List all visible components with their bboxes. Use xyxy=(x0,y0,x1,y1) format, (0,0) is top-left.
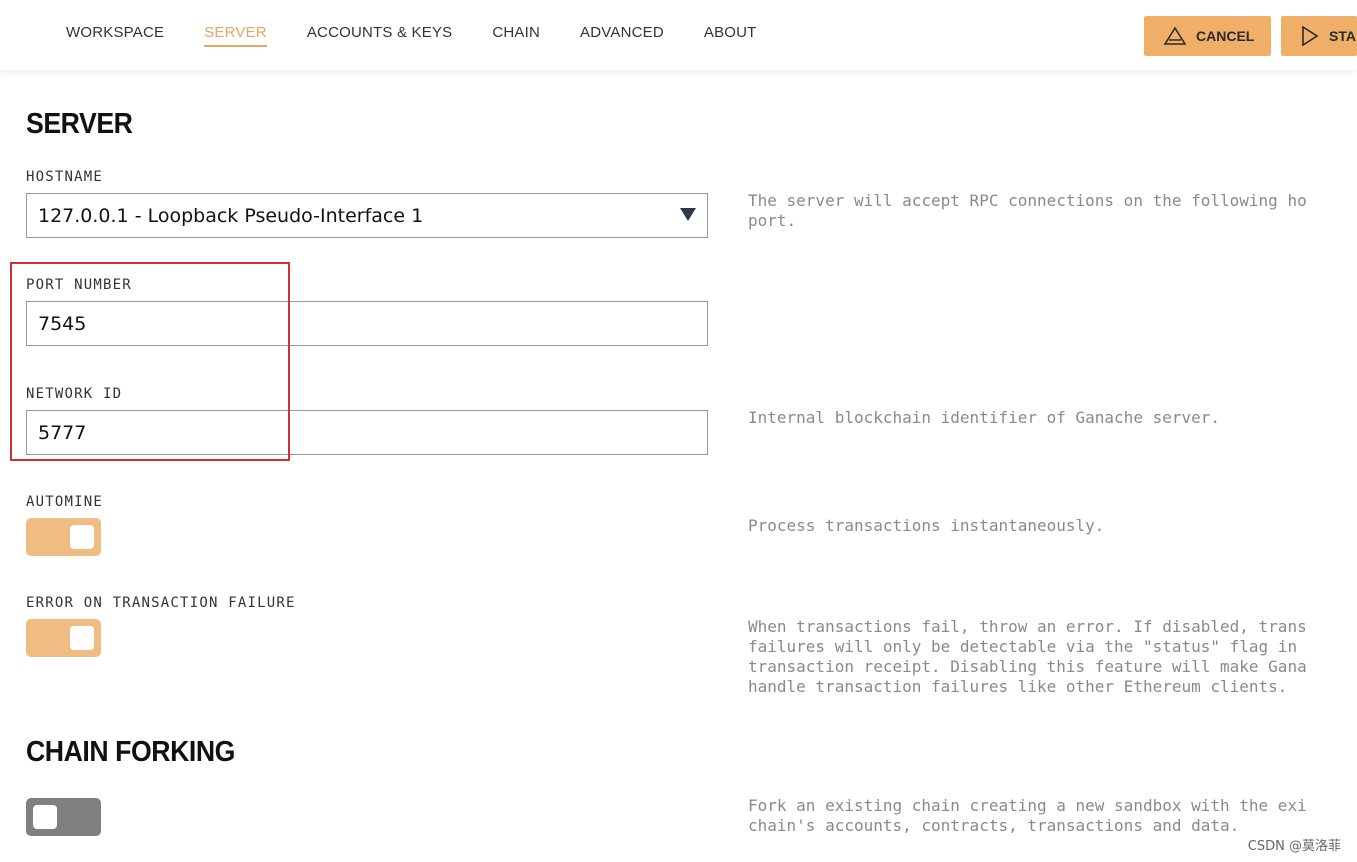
tab-server[interactable]: SERVER xyxy=(204,24,267,47)
port-number-label: PORT NUMBER xyxy=(26,277,132,293)
automine-label: AUTOMINE xyxy=(26,494,104,510)
nav-tabs: WORKSPACE SERVER ACCOUNTS & KEYS CHAIN A… xyxy=(66,24,797,47)
cancel-label: CANCEL xyxy=(1196,28,1255,44)
toggle-knob xyxy=(70,525,94,549)
network-id-help: Internal blockchain identifier of Ganach… xyxy=(748,408,1221,427)
tab-about[interactable]: ABOUT xyxy=(704,24,757,47)
network-id-label: NETWORK ID xyxy=(26,386,123,402)
warning-triangle-icon xyxy=(1164,27,1186,45)
top-bar: WORKSPACE SERVER ACCOUNTS & KEYS CHAIN A… xyxy=(0,0,1357,70)
tab-chain[interactable]: CHAIN xyxy=(492,24,540,47)
watermark: CSDN @莫洛菲 xyxy=(1247,839,1341,854)
hostname-value: 127.0.0.1 - Loopback Pseudo-Interface 1 xyxy=(38,204,424,227)
start-label: STA xyxy=(1329,28,1356,44)
tab-workspace[interactable]: WORKSPACE xyxy=(66,24,164,47)
chain-forking-help: Fork an existing chain creating a new sa… xyxy=(748,796,1307,835)
tab-advanced[interactable]: ADVANCED xyxy=(580,24,664,47)
port-number-value: 7545 xyxy=(38,312,87,335)
dropdown-arrow-icon xyxy=(680,208,696,221)
network-id-input[interactable]: 5777 xyxy=(26,410,708,455)
hostname-help: The server will accept RPC connections o… xyxy=(748,191,1307,230)
chain-forking-toggle[interactable] xyxy=(26,798,101,836)
chain-forking-title: CHAIN FORKING xyxy=(26,736,235,768)
error-on-failure-toggle[interactable] xyxy=(26,619,101,657)
hostname-label: HOSTNAME xyxy=(26,169,104,185)
port-number-input[interactable]: 7545 xyxy=(26,301,708,346)
hostname-select[interactable]: 127.0.0.1 - Loopback Pseudo-Interface 1 xyxy=(26,193,708,238)
error-on-failure-label: ERROR ON TRANSACTION FAILURE xyxy=(26,595,296,611)
cancel-button[interactable]: CANCEL xyxy=(1144,16,1271,56)
tab-accounts-keys[interactable]: ACCOUNTS & KEYS xyxy=(307,24,453,47)
network-id-value: 5777 xyxy=(38,421,87,444)
toggle-knob xyxy=(70,626,94,650)
start-button[interactable]: STA xyxy=(1281,16,1357,56)
toggle-knob xyxy=(33,805,57,829)
error-on-failure-help: When transactions fail, throw an error. … xyxy=(748,617,1307,696)
page-title: SERVER xyxy=(26,108,133,140)
automine-toggle[interactable] xyxy=(26,518,101,556)
play-icon xyxy=(1302,26,1319,46)
automine-help: Process transactions instantaneously. xyxy=(748,516,1105,535)
